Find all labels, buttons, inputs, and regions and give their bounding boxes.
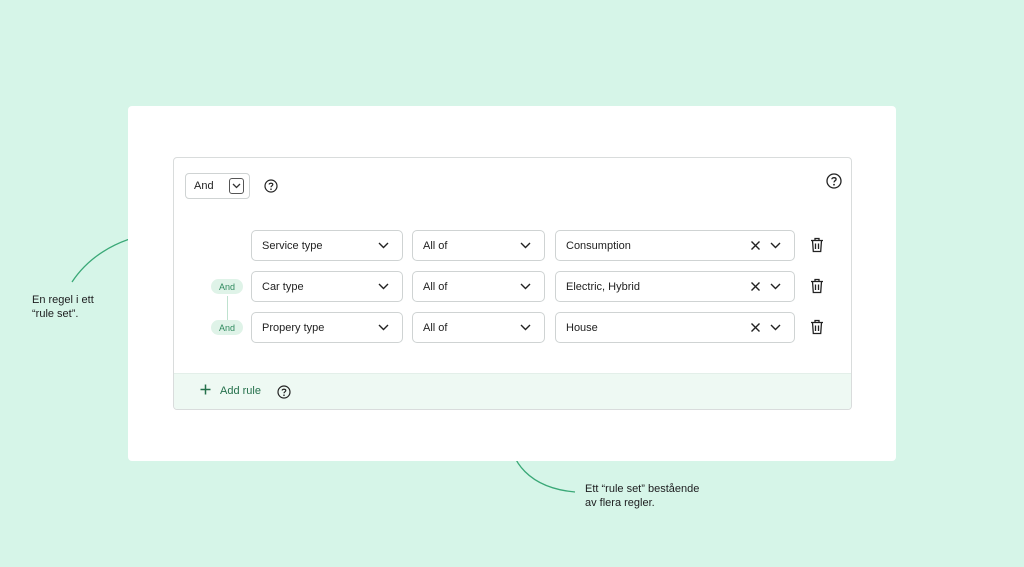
operator-label: All of xyxy=(423,321,448,334)
field-label: Car type xyxy=(262,280,304,293)
value-label: Consumption xyxy=(566,239,631,252)
help-icon[interactable] xyxy=(277,385,291,399)
combinator-select[interactable]: And xyxy=(185,173,250,199)
ruleset-help-icon[interactable] xyxy=(826,173,842,189)
chevron-down-icon xyxy=(520,322,531,336)
value-select[interactable]: Consumption xyxy=(555,230,795,261)
operator-select[interactable]: All of xyxy=(412,230,545,261)
clear-icon[interactable] xyxy=(750,322,761,336)
clear-icon[interactable] xyxy=(750,281,761,295)
chevron-down-icon xyxy=(770,281,781,295)
operator-select[interactable]: All of xyxy=(412,271,545,302)
chevron-down-icon xyxy=(229,178,244,194)
ruleset: And Service type All of Consumption And … xyxy=(173,157,852,410)
value-select[interactable]: House xyxy=(555,312,795,343)
combinator-label: And xyxy=(194,180,214,192)
field-select[interactable]: Service type xyxy=(251,230,403,261)
trash-icon[interactable] xyxy=(810,278,824,299)
operator-label: All of xyxy=(423,280,448,293)
clear-icon[interactable] xyxy=(750,240,761,254)
field-select[interactable]: Propery type xyxy=(251,312,403,343)
ruleset-footer: Add rule xyxy=(174,373,851,409)
ruleset-annotation-line1: Ett “rule set” bestående xyxy=(585,483,700,495)
add-rule-button[interactable]: Add rule xyxy=(200,384,261,398)
chevron-down-icon xyxy=(378,281,389,295)
help-icon[interactable] xyxy=(264,179,278,193)
chevron-down-icon xyxy=(770,322,781,336)
operator-select[interactable]: All of xyxy=(412,312,545,343)
chevron-down-icon xyxy=(378,322,389,336)
value-label: Electric, Hybrid xyxy=(566,280,640,293)
rule-row: And Car type All of Electric, Hybrid xyxy=(174,271,851,302)
field-select[interactable]: Car type xyxy=(251,271,403,302)
chevron-down-icon xyxy=(520,240,531,254)
chevron-down-icon xyxy=(378,240,389,254)
value-select[interactable]: Electric, Hybrid xyxy=(555,271,795,302)
and-connector-badge: And xyxy=(211,320,243,335)
plus-icon xyxy=(200,384,211,398)
chevron-down-icon xyxy=(520,281,531,295)
ruleset-annotation: Ett “rule set” bestående av flera regler… xyxy=(585,482,699,510)
and-connector-badge: And xyxy=(211,279,243,294)
rule-row: And Propery type All of House xyxy=(174,312,851,343)
operator-label: All of xyxy=(423,239,448,252)
field-label: Propery type xyxy=(262,321,325,334)
trash-icon[interactable] xyxy=(810,237,824,258)
rule-annotation-line1: En regel i ett xyxy=(32,294,94,306)
field-label: Service type xyxy=(262,239,323,252)
rule-row: Service type All of Consumption xyxy=(174,230,851,261)
chevron-down-icon xyxy=(770,240,781,254)
ruleset-annotation-line2: av flera regler. xyxy=(585,497,655,509)
rule-annotation: En regel i ett “rule set”. xyxy=(32,293,94,321)
rule-builder-card: And Service type All of Consumption And … xyxy=(128,106,896,461)
trash-icon[interactable] xyxy=(810,319,824,340)
add-rule-label: Add rule xyxy=(220,385,261,397)
value-label: House xyxy=(566,321,598,334)
rule-annotation-line2: “rule set”. xyxy=(32,308,79,320)
